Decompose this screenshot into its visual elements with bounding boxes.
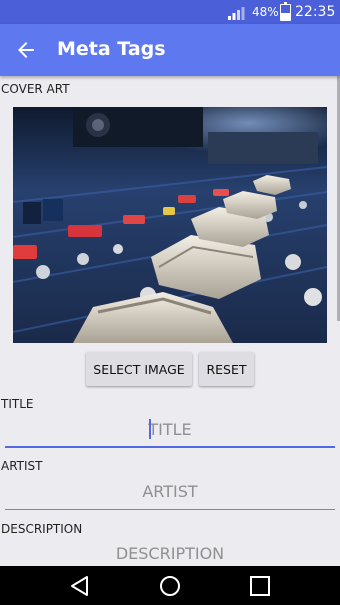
artist-field[interactable]: ARTIST xyxy=(5,474,335,510)
description-field[interactable]: DESCRIPTION xyxy=(5,536,335,566)
title-placeholder: TITLE xyxy=(148,420,192,439)
nav-home-icon[interactable] xyxy=(158,574,182,598)
meta-tags-form[interactable]: COVER ART SELECT IMAGE RESET TITLE TITLE… xyxy=(0,76,340,566)
nav-recents-icon[interactable] xyxy=(248,574,272,598)
page-title: Meta Tags xyxy=(57,38,166,60)
status-bar: 48% 22:35 xyxy=(0,0,340,24)
battery-icon xyxy=(280,2,291,21)
cover-art-image xyxy=(13,107,327,343)
cover-art-label: COVER ART xyxy=(1,82,70,96)
artist-underline xyxy=(5,509,335,510)
title-label: TITLE xyxy=(1,397,34,411)
signal-icon xyxy=(228,7,245,20)
mixing-console-picture xyxy=(13,107,327,343)
description-label: DESCRIPTION xyxy=(1,522,83,536)
artist-placeholder: ARTIST xyxy=(142,482,198,501)
title-field[interactable]: TITLE xyxy=(5,412,335,448)
description-placeholder: DESCRIPTION xyxy=(115,544,225,563)
battery-fill xyxy=(281,12,290,20)
arrow-back-icon[interactable] xyxy=(14,38,38,62)
battery-percent: 48% xyxy=(252,5,279,19)
select-image-button[interactable]: SELECT IMAGE xyxy=(86,352,192,386)
clock: 22:35 xyxy=(295,4,336,20)
reset-button[interactable]: RESET xyxy=(199,352,254,386)
title-underline xyxy=(5,446,335,448)
navigation-bar xyxy=(0,566,340,605)
app-bar: Meta Tags xyxy=(0,24,340,76)
artist-label: ARTIST xyxy=(1,459,43,473)
text-cursor xyxy=(149,419,151,439)
nav-back-icon[interactable] xyxy=(68,574,92,598)
